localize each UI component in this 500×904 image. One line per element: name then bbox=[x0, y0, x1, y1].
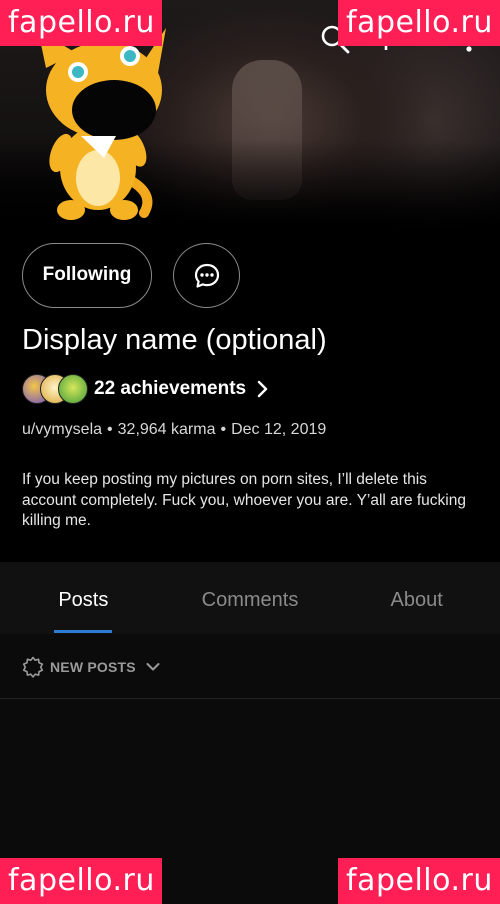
watermark-bottom-right: fapello.ru bbox=[338, 858, 500, 904]
watermark-top-right: fapello.ru bbox=[338, 0, 500, 46]
karma-count: 32,964 karma bbox=[117, 421, 216, 438]
sort-dropdown[interactable]: NEW POSTS bbox=[22, 655, 160, 679]
chevron-down-icon bbox=[146, 663, 160, 671]
achievement-badges bbox=[22, 372, 90, 406]
tab-about[interactable]: About bbox=[333, 562, 500, 634]
divider bbox=[0, 698, 500, 699]
username: u/vymysela bbox=[22, 421, 103, 438]
tab-comments[interactable]: Comments bbox=[167, 562, 334, 634]
display-name: Display name (optional) bbox=[22, 324, 327, 356]
cake-day: Dec 12, 2019 bbox=[231, 421, 327, 438]
profile-meta: u/vymysela • 32,964 karma • Dec 12, 2019 bbox=[22, 421, 327, 438]
active-tab-indicator bbox=[54, 630, 112, 633]
achievements-label: 22 achievements bbox=[94, 378, 247, 399]
profile-bio: If you keep posting my pictures on porn … bbox=[22, 471, 466, 529]
sort-label: NEW POSTS bbox=[50, 659, 136, 675]
chat-button[interactable] bbox=[173, 243, 240, 308]
watermark-top-left: fapello.ru bbox=[0, 0, 162, 46]
new-burst-icon bbox=[22, 656, 44, 678]
chevron-right-icon bbox=[257, 380, 268, 398]
avatar[interactable] bbox=[26, 28, 176, 223]
chat-bubble-icon bbox=[194, 263, 219, 288]
achievements-link[interactable]: 22 achievements bbox=[22, 372, 268, 406]
tab-posts[interactable]: Posts bbox=[0, 562, 167, 634]
following-button[interactable]: Following bbox=[22, 243, 152, 308]
profile-tabs: Posts Comments About bbox=[0, 562, 500, 634]
achievement-badge-icon bbox=[58, 374, 88, 404]
watermark-bottom-left: fapello.ru bbox=[0, 858, 162, 904]
